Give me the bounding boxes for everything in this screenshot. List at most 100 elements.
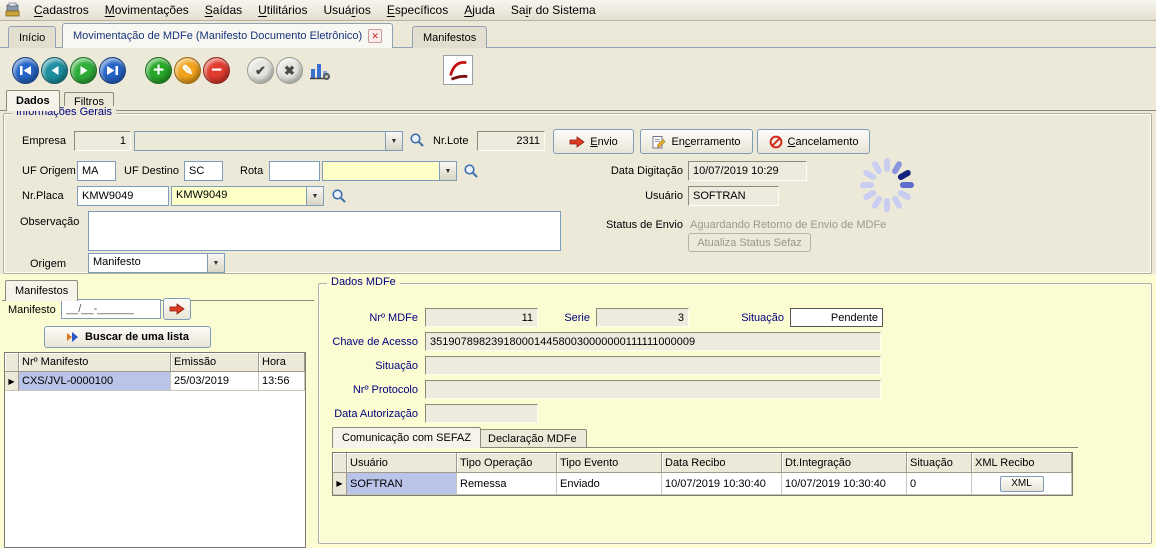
xml-button[interactable]: XML xyxy=(1000,476,1044,492)
col-data-recibo[interactable]: Data Recibo xyxy=(662,453,782,473)
col-nr-manifesto[interactable]: Nrº Manifesto xyxy=(19,353,171,372)
cancelamento-button[interactable]: Cancelamento xyxy=(757,129,870,154)
menu-especificos[interactable]: Específicos xyxy=(379,0,456,20)
nr-placa-label: Nr.Placa xyxy=(22,190,64,203)
tab-movimentacao-mdfe[interactable]: Movimentação de MDFe (Manifesto Document… xyxy=(62,23,393,48)
observacao-textarea[interactable] xyxy=(88,211,561,251)
last-record-button[interactable] xyxy=(99,57,126,84)
nr-placa-combo[interactable]: KMW9049 ▼ xyxy=(171,186,324,206)
uf-destino-input[interactable] xyxy=(184,161,223,181)
report-chart-button[interactable] xyxy=(308,59,332,83)
empresa-search-button[interactable] xyxy=(409,132,425,148)
table-row[interactable]: ▶ CXS/JVL-0000100 25/03/2019 13:56 xyxy=(5,372,305,391)
softran-logo-icon xyxy=(445,57,471,83)
cell-hora[interactable]: 13:56 xyxy=(259,372,305,391)
next-record-icon xyxy=(79,65,89,76)
origem-label: Origem xyxy=(30,258,66,271)
atualiza-status-sefaz-button[interactable]: Atualiza Status Sefaz xyxy=(688,233,811,252)
menu-movimentacoes[interactable]: Movimentações xyxy=(97,0,197,20)
cell-tipo-operacao[interactable]: Remessa xyxy=(457,473,557,495)
menu-usuarios[interactable]: Usuários xyxy=(315,0,378,20)
add-record-button[interactable]: + xyxy=(145,57,172,84)
col-hora[interactable]: Hora xyxy=(259,353,305,372)
tab-declaracao-mdfe[interactable]: Declaração MDFe xyxy=(478,429,587,448)
empresa-field: 1 xyxy=(74,131,131,151)
sefaz-grid: Usuário Tipo Operação Tipo Evento Data R… xyxy=(332,452,1073,496)
manifesto-mask-input[interactable] xyxy=(61,299,161,319)
col-situacao[interactable]: Situação xyxy=(907,453,972,473)
tab-inicio[interactable]: Início xyxy=(8,26,56,48)
chevron-down-icon[interactable]: ▼ xyxy=(207,254,224,272)
cancel-button[interactable]: ✖ xyxy=(276,57,303,84)
data-digitacao-label: Data Digitação xyxy=(585,165,683,178)
tab-comunicacao-sefaz[interactable]: Comunicação com SEFAZ xyxy=(332,427,481,448)
data-digitacao-field: 10/07/2019 10:29 xyxy=(688,161,807,181)
cell-data-recibo[interactable]: 10/07/2019 10:30:40 xyxy=(662,473,782,495)
edit-record-button[interactable]: ✎ xyxy=(174,57,201,84)
chevron-down-icon[interactable]: ▼ xyxy=(306,187,323,205)
cell-tipo-evento[interactable]: Enviado xyxy=(557,473,662,495)
confirm-button[interactable]: ✔ xyxy=(247,57,274,84)
tab-dados[interactable]: Dados xyxy=(6,90,60,111)
col-emissao[interactable]: Emissão xyxy=(171,353,259,372)
chave-acesso-field: 3519078982391800014458003000000011111100… xyxy=(425,332,881,351)
cell-nr-manifesto[interactable]: CXS/JVL-0000100 xyxy=(19,372,171,391)
envio-button[interactable]: Envio xyxy=(553,129,634,154)
bar-chart-icon xyxy=(308,59,332,83)
menu-bar: Cadastros Movimentações Saídas Utilitári… xyxy=(0,0,1156,21)
col-tipo-operacao[interactable]: Tipo Operação xyxy=(457,453,557,473)
tab-manifestos-doc[interactable]: Manifestos xyxy=(412,26,487,48)
col-tipo-evento[interactable]: Tipo Evento xyxy=(557,453,662,473)
first-record-button[interactable] xyxy=(12,57,39,84)
col-dt-integracao[interactable]: Dt.Integração xyxy=(782,453,907,473)
send-arrow-icon xyxy=(169,303,185,315)
nrlote-field: 2311 xyxy=(477,131,545,151)
status-envio-value: Aguardando Retorno de Envio de MDFe xyxy=(690,219,886,232)
rota-combo[interactable]: ▼ xyxy=(322,161,457,181)
cell-dt-integracao[interactable]: 10/07/2019 10:30:40 xyxy=(782,473,907,495)
menu-cadastros[interactable]: Cadastros xyxy=(26,0,97,20)
nr-placa-input[interactable] xyxy=(77,186,169,206)
menu-saidas[interactable]: Saídas xyxy=(197,0,250,20)
search-icon xyxy=(409,132,425,148)
cell-emissao[interactable]: 25/03/2019 xyxy=(171,372,259,391)
cell-usuario[interactable]: SOFTRAN xyxy=(347,473,457,495)
serie-field: 3 xyxy=(596,308,689,327)
encerramento-button[interactable]: Encerramento xyxy=(640,129,753,154)
origem-combo[interactable]: Manifesto ▼ xyxy=(88,253,225,273)
status-envio-label: Status de Envio xyxy=(577,219,683,232)
manifestos-grid: Nrº Manifesto Emissão Hora ▶ CXS/JVL-000… xyxy=(4,352,306,548)
table-row[interactable]: ▶ SOFTRAN Remessa Enviado 10/07/2019 10:… xyxy=(333,473,1072,495)
next-record-button[interactable] xyxy=(70,57,97,84)
menu-ajuda[interactable]: Ajuda xyxy=(456,0,503,20)
nr-mdfe-label: Nrº MDFe xyxy=(330,312,418,325)
page-tab-divider xyxy=(0,110,1156,111)
chevron-down-icon[interactable]: ▼ xyxy=(385,132,402,150)
cell-xml-recibo: XML xyxy=(972,473,1072,495)
menu-utilitarios[interactable]: Utilitários xyxy=(250,0,315,20)
delete-record-button[interactable]: − xyxy=(203,57,230,84)
app-window: Cadastros Movimentações Saídas Utilitári… xyxy=(0,0,1156,548)
groupbox-title: Dados MDFe xyxy=(327,276,400,288)
manifesto-send-button[interactable] xyxy=(163,298,191,320)
buscar-de-uma-lista-button[interactable]: Buscar de uma lista xyxy=(44,326,211,348)
rota-search-button[interactable] xyxy=(463,163,479,179)
uf-origem-input[interactable] xyxy=(77,161,116,181)
rota-input[interactable] xyxy=(269,161,320,181)
nr-protocolo-field xyxy=(425,380,881,399)
placa-search-button[interactable] xyxy=(331,188,347,204)
cell-situacao[interactable]: 0 xyxy=(907,473,972,495)
close-tab-icon[interactable]: ✕ xyxy=(368,29,382,43)
col-usuario[interactable]: Usuário xyxy=(347,453,457,473)
menu-sair-do-sistema[interactable]: Sair do Sistema xyxy=(503,0,604,20)
col-xml-recibo[interactable]: XML Recibo xyxy=(972,453,1072,473)
tab-manifestos-panel[interactable]: Manifestos xyxy=(5,280,78,301)
chave-acesso-label: Chave de Acesso xyxy=(328,336,418,349)
chevron-down-icon[interactable]: ▼ xyxy=(439,162,456,180)
previous-record-button[interactable] xyxy=(41,57,68,84)
data-autorizacao-label: Data Autorização xyxy=(325,408,418,421)
grid-indicator-header xyxy=(5,353,19,372)
nr-mdfe-field: 11 xyxy=(425,308,538,327)
empresa-combo[interactable]: ▼ xyxy=(134,131,403,151)
first-record-icon xyxy=(19,65,32,76)
